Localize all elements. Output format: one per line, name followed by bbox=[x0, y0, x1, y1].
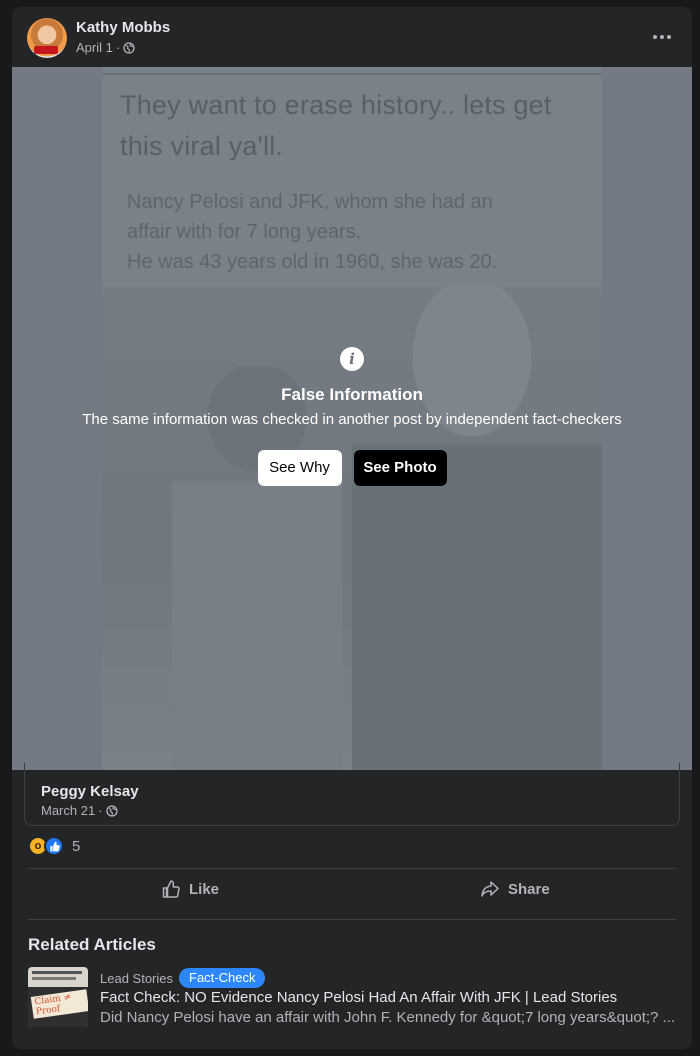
article-source: Lead Stories bbox=[100, 971, 173, 986]
post-media[interactable]: They want to erase history.. lets get th… bbox=[12, 67, 692, 770]
globe-icon bbox=[123, 41, 135, 54]
avatar-badge bbox=[34, 46, 58, 54]
share-arrow-icon bbox=[481, 881, 499, 897]
info-icon: i bbox=[340, 347, 364, 371]
shared-from-box[interactable]: Peggy Kelsay March 21 · bbox=[24, 763, 680, 826]
see-why-button[interactable]: See Why bbox=[257, 450, 342, 486]
post-meta: April 1 · bbox=[76, 40, 135, 55]
shared-author[interactable]: Peggy Kelsay bbox=[41, 783, 139, 800]
warning-buttons: See Why See Photo bbox=[12, 450, 692, 486]
share-button[interactable]: Share bbox=[480, 873, 550, 905]
thumbs-up-icon bbox=[162, 880, 180, 898]
shared-meta: March 21 · bbox=[41, 803, 118, 818]
share-label: Share bbox=[508, 880, 550, 898]
article-thumbnail[interactable]: Claim ≠ Proof bbox=[28, 967, 88, 1027]
globe-icon bbox=[105, 804, 118, 817]
thumb-text-line bbox=[32, 971, 82, 974]
meta-separator: · bbox=[98, 803, 103, 818]
related-articles-heading: Related Articles bbox=[28, 935, 156, 954]
thumb-text-line bbox=[32, 977, 76, 980]
more-options-icon[interactable] bbox=[648, 25, 676, 49]
fact-check-badge: Fact-Check bbox=[179, 968, 266, 988]
shared-date[interactable]: March 21 bbox=[41, 803, 95, 818]
article-description[interactable]: Did Nancy Pelosi have an affair with Joh… bbox=[100, 1009, 678, 1026]
article-title[interactable]: Fact Check: NO Evidence Nancy Pelosi Had… bbox=[100, 989, 685, 1006]
actions-divider-top bbox=[28, 868, 676, 869]
reaction-count: 5 bbox=[72, 837, 81, 855]
post-date[interactable]: April 1 bbox=[76, 40, 113, 55]
like-reaction-icon bbox=[44, 836, 64, 856]
see-photo-button[interactable]: See Photo bbox=[353, 450, 447, 486]
false-info-warning: i False Information The same information… bbox=[12, 347, 692, 486]
author-avatar[interactable] bbox=[27, 18, 67, 58]
like-label: Like bbox=[189, 880, 220, 898]
meta-separator: · bbox=[115, 40, 121, 55]
post-author[interactable]: Kathy Mobbs bbox=[76, 19, 170, 36]
post-card: Kathy Mobbs April 1 · They want to erase… bbox=[12, 7, 692, 1049]
warning-title: False Information bbox=[281, 385, 423, 404]
like-button[interactable]: Like bbox=[161, 873, 219, 905]
actions-divider-bottom bbox=[28, 919, 676, 920]
warning-description: The same information was checked in anot… bbox=[82, 411, 622, 428]
reaction-summary[interactable]: o 5 bbox=[28, 836, 80, 856]
